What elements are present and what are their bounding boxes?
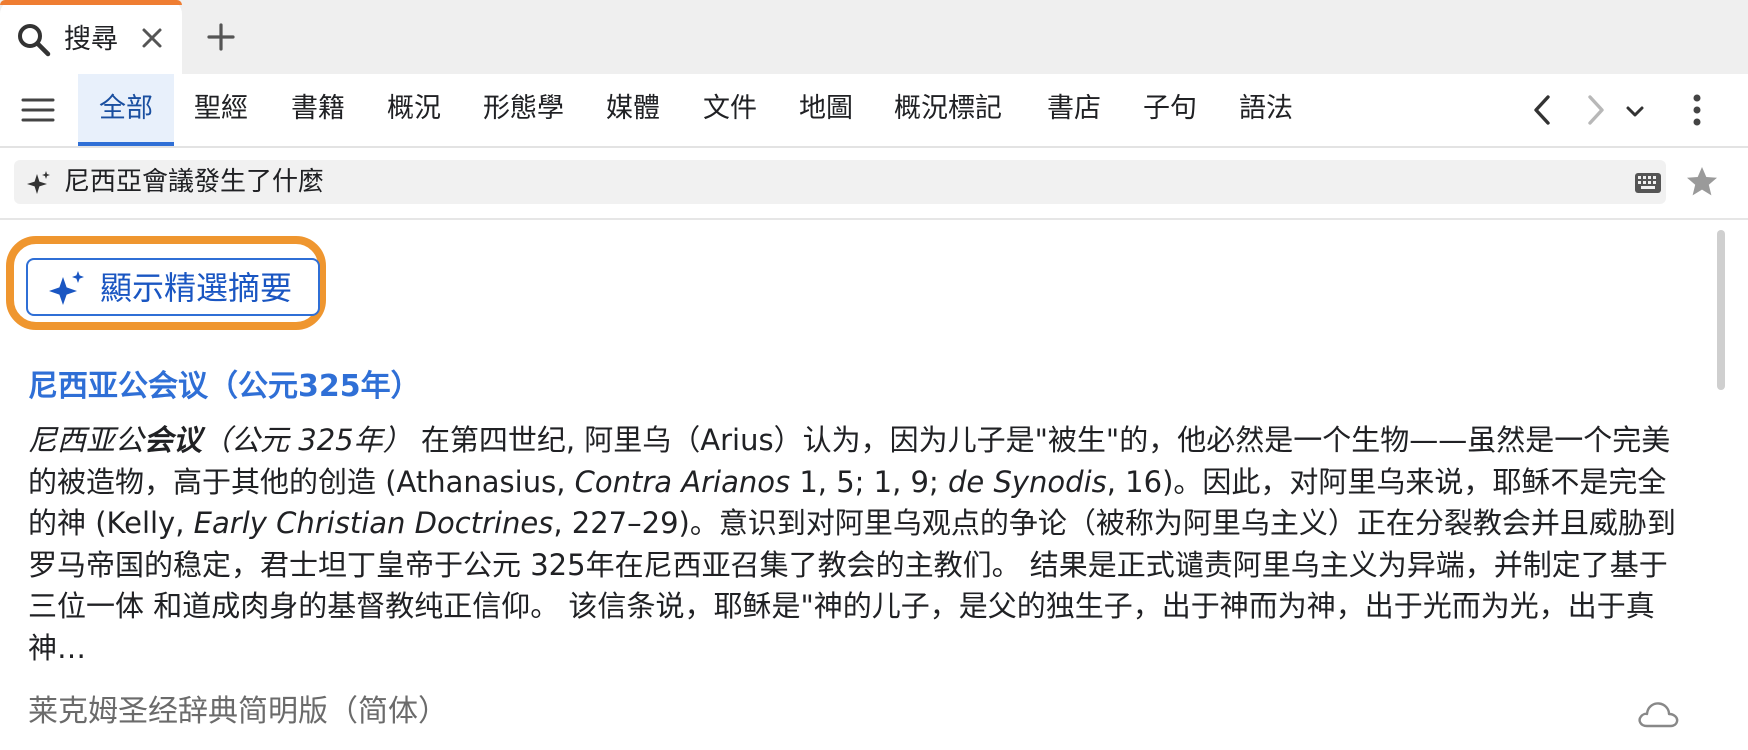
chevron-down-icon[interactable]: [1620, 96, 1650, 126]
category-tab-clauses[interactable]: 子句: [1143, 74, 1197, 146]
keyboard-icon[interactable]: [1634, 172, 1662, 194]
chevron-right-icon[interactable]: [1578, 92, 1612, 128]
snippet-highlight: 会议: [144, 423, 203, 457]
category-tab-media[interactable]: 媒體: [606, 74, 660, 146]
tab-search[interactable]: 搜尋: [0, 0, 182, 74]
snippet-citation: Early Christian Doctrines: [193, 506, 554, 540]
show-summary-label: 顯示精選摘要: [100, 269, 293, 307]
category-tab-overview[interactable]: 概況: [387, 74, 441, 146]
category-tab-all[interactable]: 全部: [78, 74, 174, 146]
scrollbar-thumb[interactable]: [1717, 230, 1725, 390]
close-icon[interactable]: [138, 24, 166, 52]
category-bar: 全部 聖經 書籍 概況 形態學 媒體 文件 地圖 概況標記 書店 子句 語法: [0, 74, 1748, 148]
result-title-link[interactable]: 尼西亚公会议（公元325年）: [28, 364, 421, 410]
query-text: 尼西亞會議發生了什麼: [64, 167, 325, 197]
sparkle-icon: [27, 171, 50, 194]
search-icon: [18, 24, 51, 57]
tab-active-indicator: [0, 0, 182, 5]
category-tab-grammar[interactable]: 語法: [1239, 74, 1293, 146]
plus-icon[interactable]: [204, 20, 238, 54]
star-icon[interactable]: [1684, 164, 1720, 200]
category-tab-bible[interactable]: 聖經: [194, 74, 248, 146]
snippet-text: 1, 5; 1, 9;: [790, 464, 948, 499]
tab-label: 搜尋: [64, 24, 118, 55]
show-summary-button[interactable]: 顯示精選摘要: [26, 258, 320, 316]
query-bar[interactable]: 尼西亞會議發生了什麼: [14, 160, 1666, 204]
category-tab-morphology[interactable]: 形態學: [483, 74, 564, 146]
result-source[interactable]: 莱克姆圣经辞典简明版（简体）: [28, 690, 448, 734]
sparkle-icon: [49, 271, 84, 305]
cloud-icon: [1638, 702, 1679, 728]
category-tab-bookstore[interactable]: 書店: [1047, 74, 1101, 146]
category-tab-documents[interactable]: 文件: [703, 74, 757, 146]
category-tab-overview-tags[interactable]: 概況標記: [894, 74, 1002, 146]
chevron-left-icon[interactable]: [1526, 92, 1560, 128]
result-snippet: 尼西亚公会议（公元 325年） 在第四世纪, 阿里乌（Arius）认为，因为儿子…: [28, 420, 1688, 669]
snippet-citation: de Synodis: [948, 464, 1107, 499]
category-tab-books[interactable]: 書籍: [291, 74, 345, 146]
snippet-citation: Contra Arianos: [574, 464, 791, 499]
snippet-lead: 尼西亚公: [28, 423, 145, 457]
hamburger-menu-icon[interactable]: [20, 94, 56, 126]
vertical-dots-icon[interactable]: [1682, 90, 1712, 130]
snippet-lead-date: （公元 325年）: [202, 423, 412, 457]
category-tab-maps[interactable]: 地圖: [799, 74, 853, 146]
tab-strip: 搜尋: [0, 0, 1748, 74]
header-divider: [0, 218, 1748, 220]
